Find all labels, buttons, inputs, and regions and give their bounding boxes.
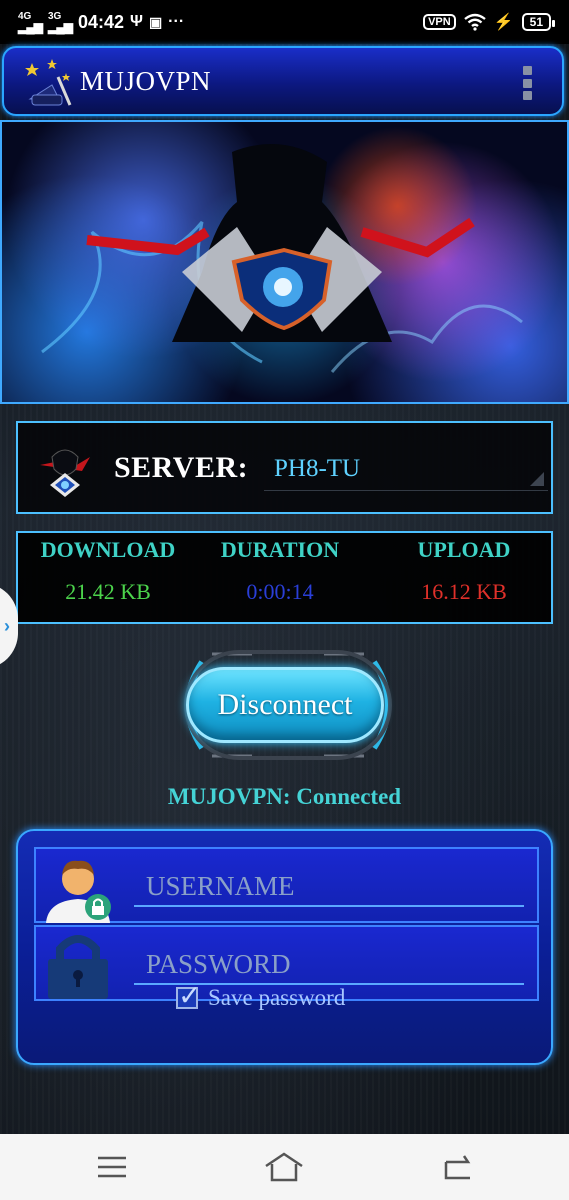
username-field xyxy=(34,847,539,923)
download-value: 21.42 KB xyxy=(65,579,151,604)
disconnect-button[interactable]: Disconnect xyxy=(186,667,384,743)
server-emblem-icon xyxy=(40,449,90,497)
app-header: MUJOVPN xyxy=(2,46,564,116)
padlock-icon xyxy=(48,935,108,999)
user-avatar-icon xyxy=(46,860,111,923)
wifi-icon xyxy=(463,13,486,31)
chevron-right-icon: › xyxy=(4,615,10,636)
download-stat: DOWNLOAD 21.42 KB xyxy=(18,533,198,605)
status-bar: 4G ▂▄▆ 3G ▂▄▆ 04:42 Ψ ▣ ··· VPN ⚡ 51 xyxy=(0,0,569,44)
download-label: DOWNLOAD xyxy=(40,537,176,562)
hero-banner-image xyxy=(0,120,569,404)
back-icon[interactable] xyxy=(438,1150,478,1184)
upload-stat: UPLOAD 16.12 KB xyxy=(374,533,554,605)
duration-label: DURATION xyxy=(220,537,340,562)
connection-status: MUJOVPN: Connected xyxy=(167,784,402,809)
vpn-badge: VPN xyxy=(423,14,456,30)
save-password-label: Save password xyxy=(208,985,346,1010)
wizard-hat-logo-icon xyxy=(22,55,74,107)
server-panel: SERVER: PH8-TU xyxy=(16,421,553,514)
server-label: SERVER: xyxy=(114,450,249,484)
system-nav-bar xyxy=(0,1134,569,1200)
traffic-stats-panel: DOWNLOAD 21.42 KB DURATION 0:00:14 UPLOA… xyxy=(16,531,553,624)
clock: 04:42 xyxy=(77,11,124,32)
signal-4g-indicator: 4G ▂▄▆ xyxy=(18,11,43,34)
duration-stat: DURATION 0:00:14 xyxy=(190,533,370,605)
server-selected-value: PH8-TU xyxy=(274,454,361,482)
dropdown-caret-icon xyxy=(530,472,544,486)
signal-3g-indicator: 3G ▂▄▆ xyxy=(47,11,73,34)
duration-value: 0:00:14 xyxy=(246,579,314,604)
menu-icon[interactable] xyxy=(92,1150,132,1184)
upload-value: 16.12 KB xyxy=(421,579,507,604)
status-right: VPN ⚡ 51 xyxy=(423,12,556,32)
usb-icon: Ψ xyxy=(129,13,143,30)
battery-indicator: 51 xyxy=(521,13,556,31)
server-dropdown[interactable]: PH8-TU xyxy=(264,447,548,491)
save-password-checkbox[interactable] xyxy=(176,979,201,1012)
upload-label: UPLOAD xyxy=(417,537,511,562)
username-input[interactable] xyxy=(134,867,524,907)
login-panel xyxy=(16,829,553,1065)
notification-icon: ▣ xyxy=(148,13,163,30)
more-vert-icon[interactable] xyxy=(522,66,532,100)
charging-icon: ⚡ xyxy=(493,14,514,31)
status-left: 4G ▂▄▆ 3G ▂▄▆ 04:42 Ψ ▣ ··· xyxy=(18,11,185,34)
save-password-row[interactable]: Save password xyxy=(176,979,346,1012)
home-icon[interactable] xyxy=(264,1150,304,1184)
app-title: MUJOVPN xyxy=(80,65,212,96)
more-notifications-icon: ··· xyxy=(168,13,185,30)
